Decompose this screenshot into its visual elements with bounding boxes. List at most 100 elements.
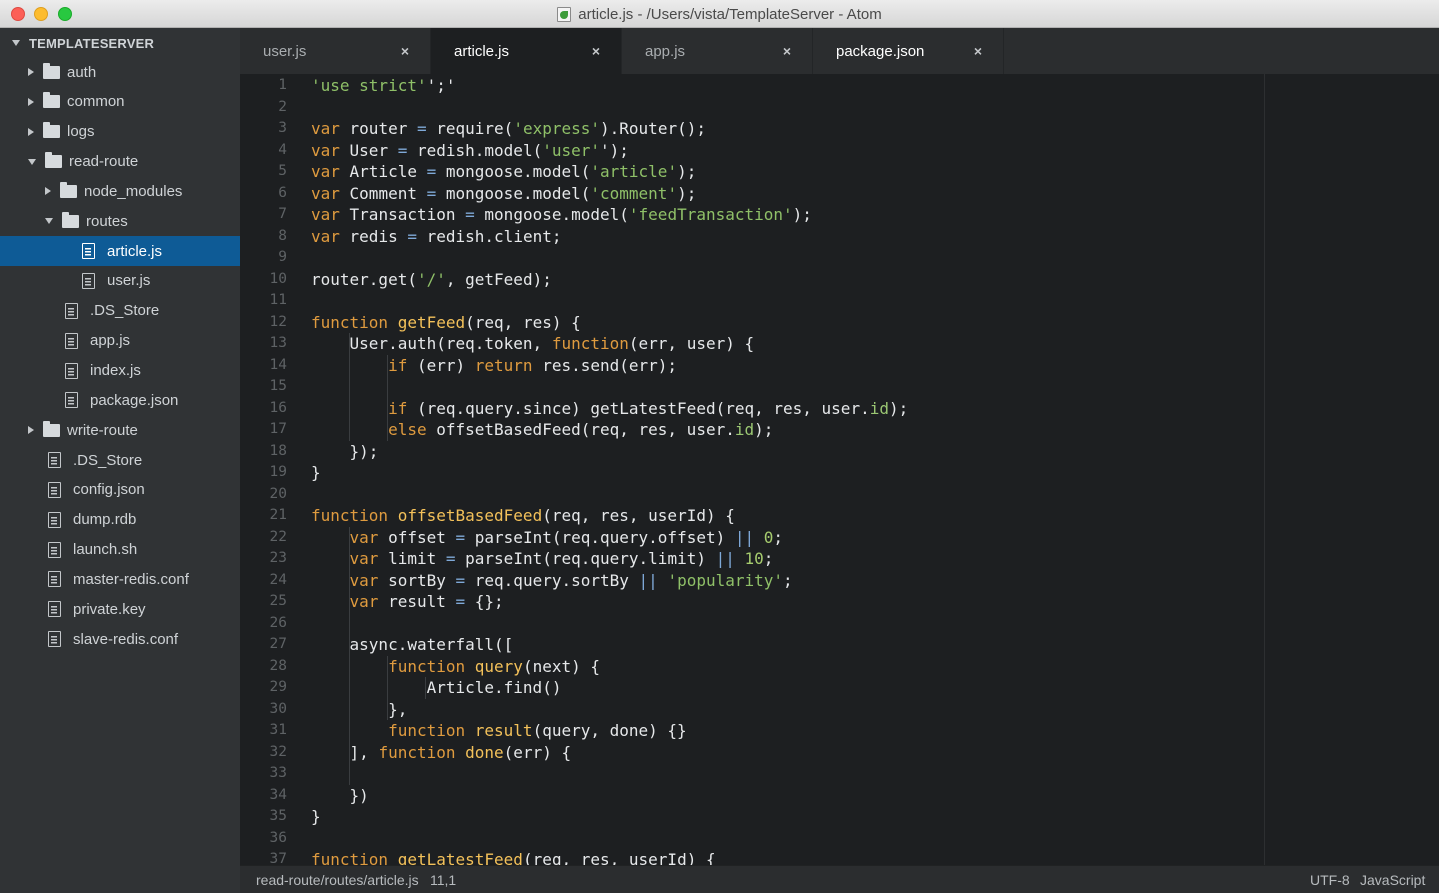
code-token: var (311, 119, 340, 138)
line-number: 14 (269, 356, 287, 373)
folder-icon (45, 152, 62, 169)
tree-file[interactable]: master-redis.conf (0, 564, 240, 594)
line-number: 12 (269, 313, 287, 330)
line-number: 35 (269, 808, 287, 824)
tree-file[interactable]: app.js (0, 326, 240, 356)
status-encoding[interactable]: UTF-8 (1310, 872, 1350, 888)
folder-icon (60, 181, 77, 198)
code-line: }, (311, 699, 407, 721)
tab[interactable]: app.js × (622, 28, 813, 74)
folder-icon (43, 122, 60, 139)
tab[interactable]: package.json × (813, 28, 1004, 74)
tree-file[interactable]: index.js (0, 356, 240, 386)
tab[interactable]: user.js × (240, 28, 431, 74)
code-token: parseInt(req.query.offset) (465, 527, 735, 547)
code-token: Comment (339, 183, 427, 203)
tree-folder[interactable]: logs (0, 117, 240, 147)
tree-item-label: read-route (69, 153, 139, 171)
tab[interactable]: article.js × (431, 28, 622, 74)
line-number: 15 (269, 378, 287, 394)
tree-file[interactable]: user.js (0, 266, 240, 296)
chevron-right-icon[interactable] (28, 127, 34, 136)
code-token: = (397, 140, 408, 160)
tree-folder[interactable]: read-route (0, 147, 240, 177)
status-cursor-position[interactable]: 11,1 (430, 872, 456, 888)
tree-root[interactable]: TEMPLATESERVER (0, 28, 240, 58)
text-editor[interactable]: 1 2 3 4 5 6 7 8 9 10 11 12 13 14 15 16 17 18 19 20 21 22 23 24 2… (240, 74, 1439, 865)
chevron-right-icon[interactable] (28, 68, 34, 76)
line-number: 18 (269, 442, 287, 459)
tree-item-label: index.js (90, 362, 141, 379)
close-icon[interactable]: × (971, 43, 985, 59)
code-token: (err) { (503, 742, 572, 762)
tree-file[interactable]: .DS_Store (0, 296, 240, 326)
tree-folder[interactable]: common (0, 87, 240, 117)
code-token: offsetBasedFeed (397, 506, 543, 525)
code-token: parseInt(req.query.limit) (455, 549, 716, 568)
line-number: 4 (278, 141, 287, 158)
code-line: } (311, 806, 321, 828)
tree-file[interactable]: config.json (0, 475, 240, 505)
tree-file[interactable]: article.js (0, 236, 240, 267)
code-line: var User = redish.model('user''); (311, 140, 629, 162)
code-token: getFeed (397, 312, 466, 332)
code-token: , getFeed); (445, 269, 552, 289)
line-number: 29 (269, 679, 287, 695)
tree-folder[interactable]: routes (0, 206, 240, 236)
tree-item-label: node_modules (84, 182, 183, 200)
tree-item-label: .DS_Store (90, 302, 160, 320)
code-token: (req, res) { (465, 312, 581, 332)
tree-item-label: package.json (90, 391, 179, 409)
status-file-path[interactable]: read-route/routes/article.js (256, 872, 419, 888)
code-token: else (388, 420, 427, 439)
code-token: var (349, 570, 379, 590)
file-text-icon (48, 601, 61, 618)
code-token: var (311, 162, 340, 181)
code-token: ); (677, 162, 697, 181)
tree-file[interactable]: package.json (0, 385, 240, 415)
chevron-right-icon[interactable] (45, 187, 51, 196)
code-token: '/' (416, 269, 446, 289)
indent-guide (349, 333, 350, 441)
code-token: Transaction (339, 205, 466, 224)
tab-label: app.js (645, 42, 686, 60)
line-number: 3 (278, 120, 287, 136)
code-token: }); (311, 441, 379, 461)
code-token: ); (792, 205, 812, 224)
line-number: 32 (269, 743, 287, 760)
code-token: || (638, 570, 658, 590)
close-icon[interactable]: × (398, 43, 412, 59)
close-icon[interactable]: × (589, 43, 603, 59)
code-token: result (378, 592, 456, 611)
tree-folder[interactable]: write-route (0, 415, 240, 445)
status-grammar[interactable]: JavaScript (1360, 872, 1425, 888)
tree-folder[interactable]: auth (0, 57, 240, 87)
tree-file[interactable]: private.key (0, 594, 240, 624)
tree-file[interactable]: dump.rdb (0, 505, 240, 535)
close-icon[interactable]: × (780, 43, 794, 59)
tree-file[interactable]: slave-redis.conf (0, 624, 240, 654)
chevron-down-icon[interactable] (28, 158, 36, 165)
line-number: 6 (278, 184, 287, 201)
tree-file[interactable]: .DS_Store (0, 445, 240, 475)
indent-guide (387, 354, 388, 441)
tree-file[interactable]: launch.sh (0, 535, 240, 565)
code-token: var (311, 183, 340, 203)
line-number: 9 (278, 249, 287, 265)
code-token: '); (600, 140, 629, 160)
tree-folder[interactable]: node_modules (0, 176, 240, 206)
line-number: 33 (269, 765, 287, 781)
code-token: var (349, 549, 379, 568)
code-area[interactable]: 'use strict'';' var router = require('exp… (311, 74, 1261, 865)
code-line: }); (311, 441, 379, 463)
tree-item-label: article.js (107, 242, 163, 260)
code-token: User (339, 140, 398, 160)
chevron-right-icon[interactable] (28, 426, 34, 435)
chevron-right-icon[interactable] (28, 97, 34, 106)
code-token: require( (426, 119, 514, 138)
code-token: Article (339, 162, 427, 181)
chevron-down-icon[interactable] (45, 218, 53, 225)
